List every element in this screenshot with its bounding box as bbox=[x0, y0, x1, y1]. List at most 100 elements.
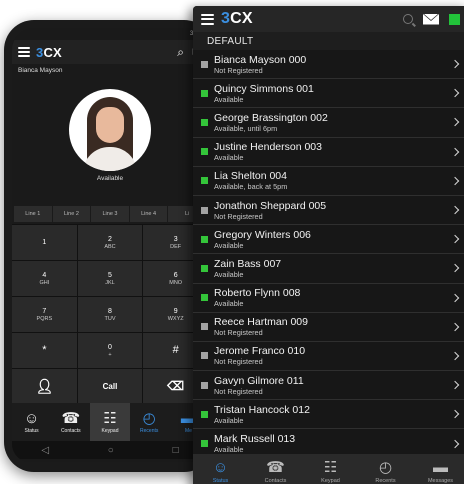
user-name: Bianca Mayson bbox=[18, 66, 63, 74]
contact-status: Available bbox=[214, 94, 244, 104]
contact-name: Jonathon Sheppard 005 bbox=[214, 199, 327, 212]
contact-row[interactable]: Roberto Flynn 008 Available bbox=[193, 283, 464, 313]
app-logo: 3CX bbox=[221, 10, 253, 27]
contact-row[interactable]: George Brassington 002 Available, until 6… bbox=[193, 108, 464, 138]
nav-keypad[interactable]: ☷ Keypad bbox=[90, 403, 130, 441]
line-tabs: Line 1 Line 2 Line 3 Line 4 Li bbox=[12, 206, 208, 222]
presence-square-icon bbox=[201, 410, 208, 418]
line-tab[interactable]: Line 4 bbox=[129, 206, 168, 222]
dialer-screen: 33% 3CX ⌕ ✉ Bianca Mayson On bbox=[12, 28, 208, 462]
profile-area: Available bbox=[12, 76, 208, 194]
contact-row[interactable]: Justine Henderson 003 Available bbox=[193, 137, 464, 167]
contact-name: Quincy Simmons 001 bbox=[214, 82, 314, 95]
android-nav-bar: ◁ ○ □ bbox=[12, 441, 208, 459]
call-button[interactable]: Call bbox=[77, 369, 143, 403]
contact-row[interactable]: Reece Hartman 009 Not Registered bbox=[193, 312, 464, 342]
contact-name: Zain Bass 007 bbox=[214, 257, 282, 270]
presence-indicator[interactable] bbox=[449, 13, 460, 25]
chevron-right-icon bbox=[450, 118, 460, 127]
contacts-icon: ☎ bbox=[266, 459, 285, 476]
contact-status: Available bbox=[214, 415, 244, 425]
chevron-right-icon bbox=[450, 264, 460, 273]
recents-apps-icon[interactable]: □ bbox=[173, 445, 179, 456]
chevron-right-icon bbox=[450, 322, 460, 332]
section-header: DEFAULT bbox=[193, 32, 464, 50]
nav-contacts[interactable]: ☎ Contacts bbox=[51, 403, 90, 441]
dialer-phone: 33% 3CX ⌕ ✉ Bianca Mayson On bbox=[4, 20, 214, 472]
presence-square-icon bbox=[201, 323, 208, 331]
contact-row[interactable]: Gavyn Gilmore 011 Not Registered bbox=[193, 371, 464, 401]
key-star[interactable]: * bbox=[12, 333, 77, 368]
contact-row[interactable]: Jonathon Sheppard 005 Not Registered bbox=[193, 195, 464, 226]
system-status-bar: 33% bbox=[12, 28, 208, 40]
contact-status: Available, back at 5pm bbox=[214, 182, 288, 192]
search-icon[interactable] bbox=[403, 14, 413, 24]
dialer-top-bar: 3CX ⌕ ✉ bbox=[12, 40, 208, 64]
contact-row[interactable]: Bianca Mayson 000 Not Registered bbox=[193, 50, 464, 80]
nav-keypad[interactable]: ☷ Keypad bbox=[303, 454, 358, 484]
menu-icon[interactable] bbox=[201, 13, 214, 25]
status-icon: ☺ bbox=[23, 409, 40, 427]
chevron-right-icon bbox=[450, 380, 460, 390]
key-5[interactable]: 5 JKL bbox=[77, 261, 143, 296]
presence-square-icon bbox=[201, 148, 208, 156]
line-tab[interactable]: Line 2 bbox=[52, 206, 91, 222]
chevron-right-icon bbox=[450, 147, 460, 156]
chevron-right-icon bbox=[450, 410, 460, 419]
contact-picker-button[interactable]: 👤︎ bbox=[12, 369, 77, 403]
presence-square-icon bbox=[201, 206, 208, 214]
key-8[interactable]: 8 TUV bbox=[77, 297, 143, 332]
keypad-icon: ☷ bbox=[323, 459, 338, 476]
back-icon[interactable]: ◁ bbox=[41, 445, 49, 456]
dialer-bottom-nav: ☺ Status ☎ Contacts ☷ Keypad ◴ Recents ▬ Me bbox=[12, 403, 208, 441]
key-2[interactable]: 2 ABC bbox=[77, 225, 143, 260]
contacts-phone: 3CX DEFAULT Bianca Mayson 000 Not Registe… bbox=[193, 6, 464, 484]
contact-status: Available bbox=[214, 445, 244, 455]
chevron-right-icon bbox=[450, 439, 460, 448]
nav-messages[interactable]: ▬ Messages bbox=[413, 454, 464, 484]
nav-status[interactable]: ☺ Status bbox=[12, 403, 51, 441]
status-icon: ☺ bbox=[212, 459, 229, 476]
contact-row[interactable]: Jerome Franco 010 Not Registered bbox=[193, 341, 464, 372]
contact-status: Available bbox=[214, 153, 244, 163]
dialer-actions: 👤︎ Call ⌫ bbox=[12, 369, 208, 403]
chevron-right-icon bbox=[450, 351, 460, 361]
contact-status: Available, until 6pm bbox=[214, 123, 278, 133]
home-icon[interactable]: ○ bbox=[108, 445, 114, 456]
line-tab[interactable]: Line 3 bbox=[91, 206, 129, 222]
contacts-bottom-nav: ☺ Status ☎ Contacts ☷ Keypad ◴ Recents ▬ Mess… bbox=[193, 454, 464, 484]
key-0[interactable]: 0 + bbox=[77, 333, 143, 368]
chevron-right-icon bbox=[450, 59, 460, 69]
contacts-top-bar: 3CX bbox=[193, 6, 464, 32]
key-7[interactable]: 7 PQRS bbox=[12, 297, 77, 332]
contact-row[interactable]: Quincy Simmons 001 Available bbox=[193, 79, 464, 109]
menu-icon[interactable] bbox=[18, 47, 30, 57]
contact-status: Available bbox=[214, 240, 244, 250]
search-icon[interactable]: ⌕ bbox=[177, 45, 184, 60]
key-1[interactable]: 1 bbox=[12, 225, 77, 260]
line-tab[interactable]: Line 1 bbox=[14, 206, 52, 222]
contact-name: Tristan Hancock 012 bbox=[214, 403, 310, 416]
contact-name: Jerome Franco 010 bbox=[214, 345, 306, 358]
mail-icon[interactable] bbox=[423, 13, 439, 25]
contact-name: George Brassington 002 bbox=[214, 111, 328, 124]
nav-contacts[interactable]: ☎ Contacts bbox=[248, 454, 303, 484]
contact-name: Roberto Flynn 008 bbox=[214, 287, 301, 300]
contact-name: Bianca Mayson 000 bbox=[214, 53, 307, 66]
nav-recents[interactable]: ◴ Recents bbox=[358, 454, 413, 484]
contact-row[interactable]: Tristan Hancock 012 Available bbox=[193, 400, 464, 430]
contact-row[interactable]: Gregory Winters 006 Available bbox=[193, 225, 464, 255]
avatar[interactable] bbox=[69, 88, 151, 171]
user-row: Bianca Mayson On bbox=[12, 64, 208, 76]
nav-status[interactable]: ☺ Status bbox=[193, 454, 248, 484]
contact-status: Available bbox=[214, 269, 244, 279]
presence-square-icon bbox=[201, 89, 208, 97]
recents-icon: ◴ bbox=[142, 409, 156, 427]
nav-recents[interactable]: ◴ Recents bbox=[130, 403, 169, 441]
recents-icon: ◴ bbox=[378, 459, 393, 476]
presence-square-icon bbox=[201, 60, 208, 68]
contact-name: Reece Hartman 009 bbox=[214, 316, 308, 329]
key-4[interactable]: 4 GHI bbox=[12, 261, 77, 296]
contact-row[interactable]: Lia Shelton 004 Available, back at 5pm bbox=[193, 166, 464, 196]
contact-row[interactable]: Zain Bass 007 Available bbox=[193, 254, 464, 284]
